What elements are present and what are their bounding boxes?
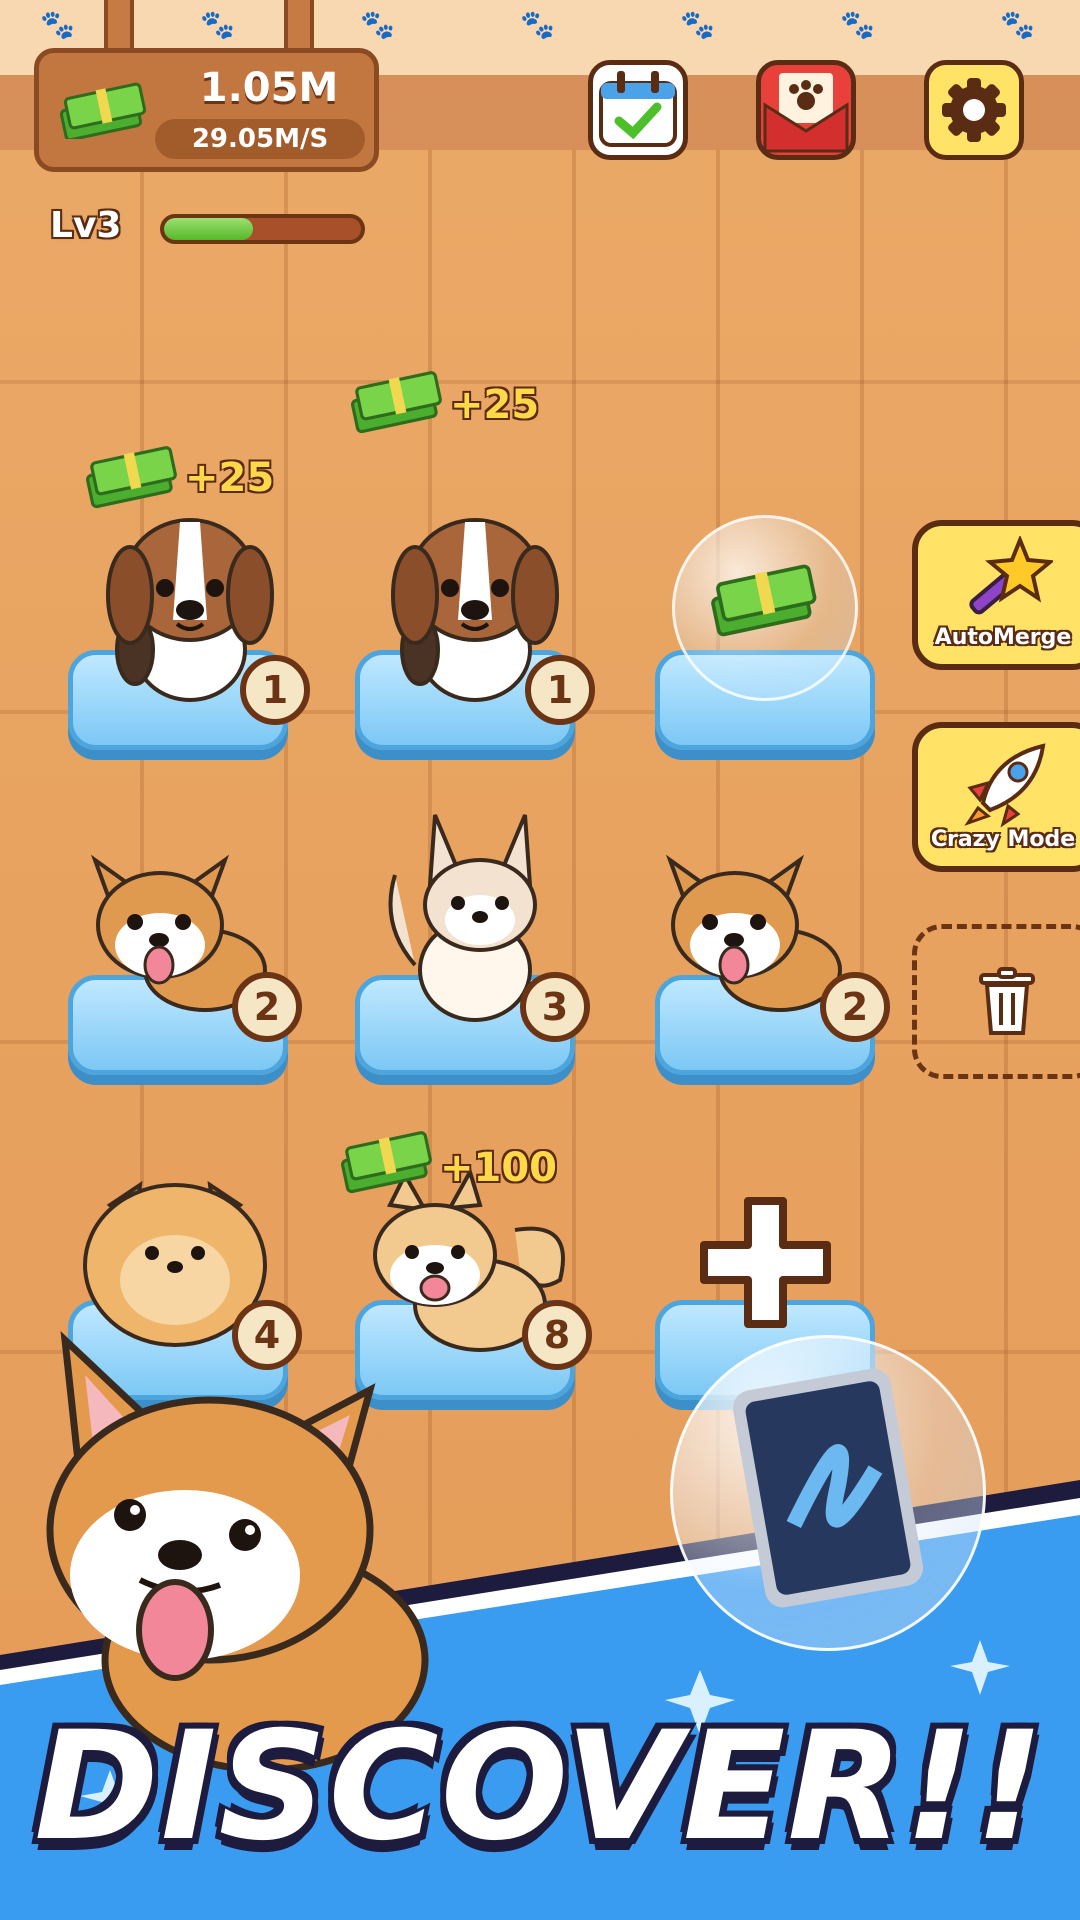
cash-stack-icon xyxy=(351,371,442,434)
cash-stack-icon xyxy=(86,446,177,509)
automerge-label: AutoMerge xyxy=(934,625,1072,650)
dog-level-badge: 2 xyxy=(820,972,890,1042)
daily-calendar-button[interactable] xyxy=(588,60,688,160)
cash-stack-icon xyxy=(341,1131,432,1194)
reward-text: +25 xyxy=(185,455,275,501)
paw-mail-icon xyxy=(763,73,849,153)
rocket-icon xyxy=(964,743,1046,828)
magic-wand-icon xyxy=(969,536,1053,615)
cash-stack-icon xyxy=(59,82,147,139)
gear-icon xyxy=(942,78,1006,142)
dog-level-badge: 1 xyxy=(240,655,310,725)
dog-level-badge: 1 xyxy=(525,655,595,725)
cash-bubble[interactable] xyxy=(672,515,858,701)
mail-button[interactable] xyxy=(756,60,856,160)
money-rate: 29.05M/S xyxy=(155,119,365,159)
discover-title: DISCOVER!! xyxy=(34,1700,1046,1874)
crazy-mode-button[interactable]: Crazy Mode xyxy=(912,722,1080,872)
money-value: 1.05M xyxy=(199,65,339,111)
dog-level-badge: 8 xyxy=(522,1300,592,1370)
crazy-mode-label: Crazy Mode xyxy=(930,827,1076,852)
automerge-button[interactable]: AutoMerge xyxy=(912,520,1080,670)
calendar-check-icon xyxy=(599,71,677,147)
cash-stack-icon xyxy=(711,564,817,637)
settings-button[interactable] xyxy=(924,60,1024,160)
dog-level-badge: 2 xyxy=(232,972,302,1042)
reward-text: +25 xyxy=(450,382,540,428)
plus-icon[interactable] xyxy=(698,1195,833,1330)
level-progress-bar xyxy=(160,214,365,244)
trash-zone[interactable] xyxy=(912,924,1080,1079)
reward-text: +100 xyxy=(440,1145,558,1191)
level-progress-fill xyxy=(164,218,253,240)
money-panel: 1.05M 29.05M/S xyxy=(34,48,379,172)
level-label: Lv3 xyxy=(50,205,122,246)
tablet-icon xyxy=(732,1368,924,1608)
trash-icon xyxy=(979,967,1035,1035)
tablet-bubble[interactable] xyxy=(670,1335,986,1651)
dog-level-badge: 3 xyxy=(520,972,590,1042)
